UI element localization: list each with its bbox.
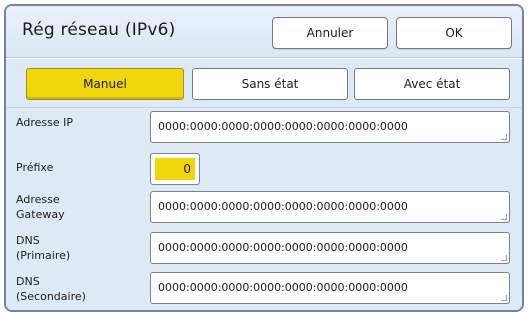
mode-stateless-button[interactable]: Sans état	[192, 68, 348, 100]
dialog-header: Rég réseau (IPv6) Annuler OK	[6, 6, 522, 58]
dns-secondary-label: DNS (Secondaire)	[16, 274, 86, 304]
ip-address-value: 0000:0000:0000:0000:0000:0000:0000:0000	[158, 120, 408, 133]
cancel-button[interactable]: Annuler	[272, 17, 388, 49]
dns-secondary-value: 0000:0000:0000:0000:0000:0000:0000:0000	[158, 281, 408, 294]
dns-primary-field[interactable]: 0000:0000:0000:0000:0000:0000:0000:0000	[150, 232, 510, 264]
ipv6-settings-dialog: Rég réseau (IPv6) Annuler OK Manuel Sans…	[4, 4, 524, 312]
dns-primary-label-line1: DNS	[16, 234, 40, 247]
resize-grip-icon	[501, 295, 507, 301]
ip-address-label: Adresse IP	[16, 116, 73, 129]
mode-manual-button[interactable]: Manuel	[26, 68, 184, 100]
dns-secondary-field[interactable]: 0000:0000:0000:0000:0000:0000:0000:0000	[150, 272, 510, 304]
dns-secondary-label-line2: (Secondaire)	[16, 290, 86, 303]
prefix-field[interactable]: 0	[150, 153, 200, 185]
prefix-value: 0	[155, 158, 195, 180]
dns-primary-value: 0000:0000:0000:0000:0000:0000:0000:0000	[158, 241, 408, 254]
dns-primary-label: DNS (Primaire)	[16, 233, 70, 263]
resize-grip-icon	[501, 134, 507, 140]
gateway-field[interactable]: 0000:0000:0000:0000:0000:0000:0000:0000	[150, 191, 510, 223]
settings-panel: Manuel Sans état Avec état Adresse IP 00…	[6, 59, 522, 310]
resize-grip-icon	[501, 255, 507, 261]
ip-address-field[interactable]: 0000:0000:0000:0000:0000:0000:0000:0000	[150, 111, 510, 143]
prefix-label: Préfixe	[16, 161, 54, 174]
gateway-label-line2: Gateway	[16, 208, 65, 221]
dialog-title: Rég réseau (IPv6)	[22, 20, 176, 40]
resize-grip-icon	[501, 214, 507, 220]
divider	[6, 107, 522, 108]
gateway-label-line1: Adresse	[16, 193, 60, 206]
dns-secondary-label-line1: DNS	[16, 275, 40, 288]
gateway-value: 0000:0000:0000:0000:0000:0000:0000:0000	[158, 200, 408, 213]
ok-button[interactable]: OK	[396, 17, 512, 49]
dns-primary-label-line2: (Primaire)	[16, 249, 71, 262]
mode-stateful-button[interactable]: Avec état	[354, 68, 510, 100]
gateway-label: Adresse Gateway	[16, 192, 65, 222]
